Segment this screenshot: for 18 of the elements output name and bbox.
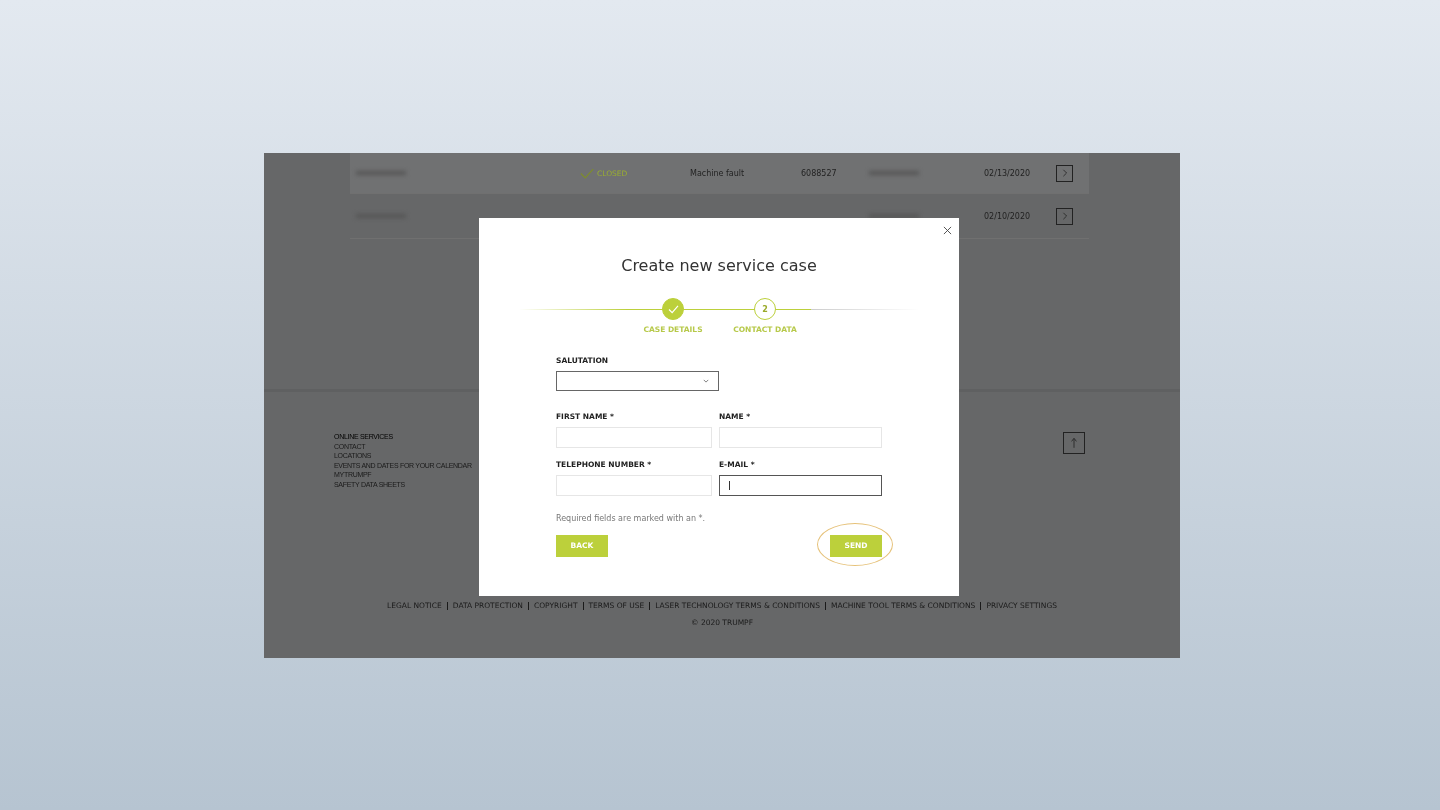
table-cell: 6088527	[801, 168, 837, 178]
step-number: 2	[754, 298, 776, 320]
chevron-right-icon	[1060, 212, 1069, 220]
chevron-right-icon	[1060, 169, 1069, 177]
input-field[interactable]	[719, 475, 882, 496]
table-cell-text: 02/10/2020	[984, 211, 1032, 221]
dialog-title: Create new service case	[620, 256, 818, 275]
open-row-button[interactable]	[1056, 207, 1073, 225]
required-note: Required fields are marked with an *.	[556, 514, 707, 523]
chevron-down-icon	[703, 379, 709, 383]
check-icon	[580, 167, 594, 179]
arrow-up-icon	[1070, 437, 1078, 449]
salutation-dropdown[interactable]	[556, 371, 719, 391]
open-row-button[interactable]	[1056, 164, 1073, 182]
table-cell: Machine fault	[690, 168, 745, 178]
table-cell-text: 02/13/2020	[984, 168, 1032, 178]
close-icon[interactable]	[941, 224, 953, 236]
back-to-top-button[interactable]	[1063, 432, 1085, 454]
